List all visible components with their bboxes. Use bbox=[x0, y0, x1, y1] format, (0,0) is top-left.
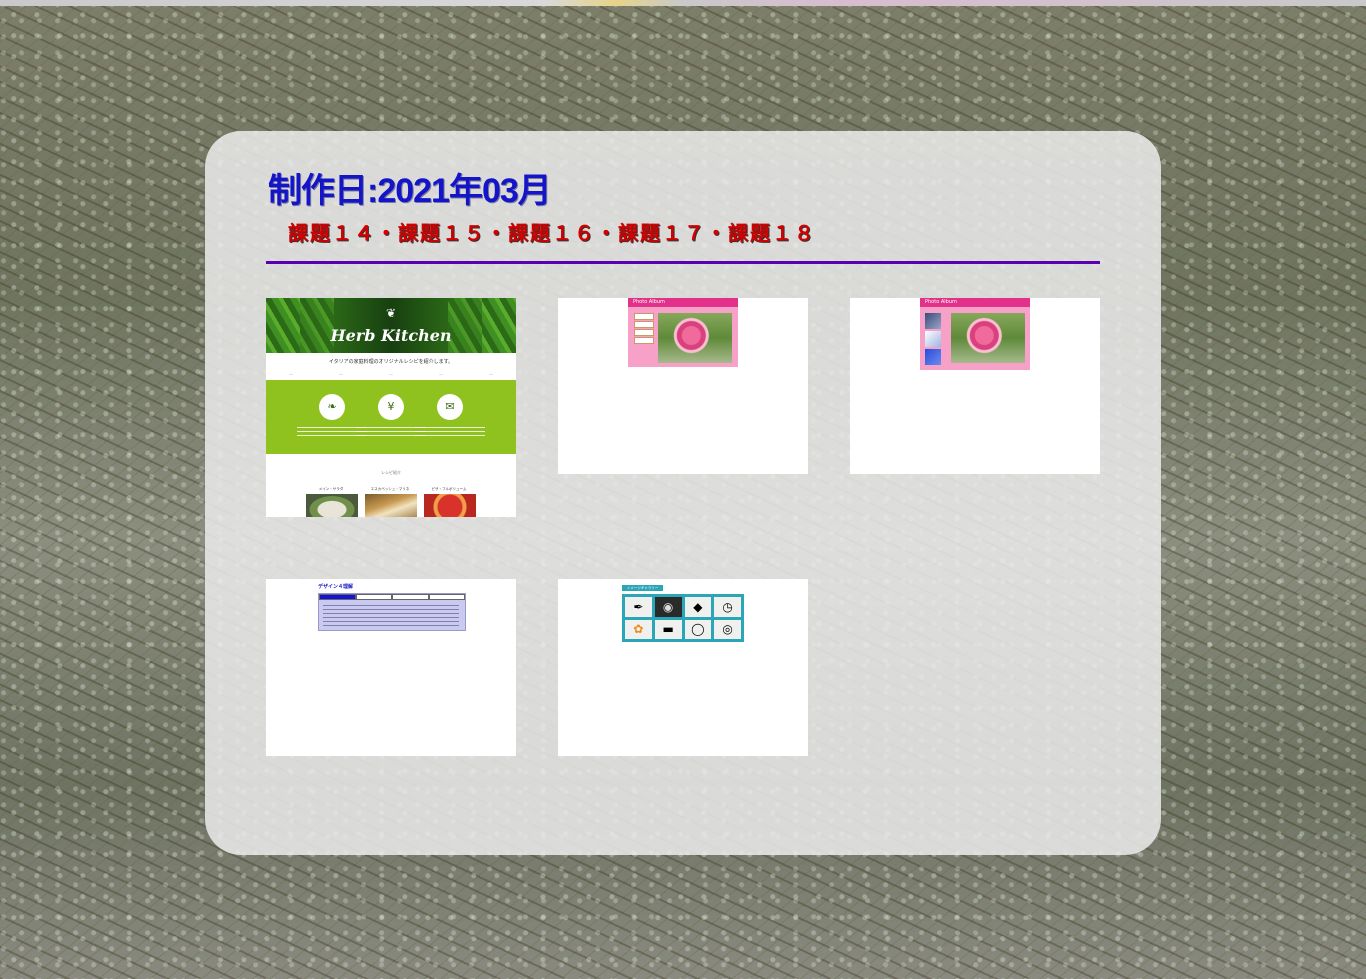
photo-album-heading: Photo Album bbox=[920, 298, 1030, 307]
envelope-icon: ✉ bbox=[437, 394, 463, 420]
design-4-heading: デザイン４理解 bbox=[318, 584, 354, 590]
herb-kitchen-banner: ❦ Herb Kitchen bbox=[266, 298, 516, 353]
leaf-icon: ❧ bbox=[319, 394, 345, 420]
album-button bbox=[634, 321, 654, 328]
photo-album-preview: Photo Album bbox=[628, 298, 738, 367]
utensils-icon: ¥ bbox=[378, 394, 404, 420]
compass-icon: ◎ bbox=[714, 619, 741, 639]
album-button bbox=[634, 313, 654, 320]
flower-icon: ✿ bbox=[625, 619, 652, 639]
image-gallery-heading: イメージギャラリー bbox=[622, 585, 663, 591]
assignment-list: 課題１４・課題１５・課題１６・課題１７・課題１８ bbox=[288, 221, 816, 245]
recipe-caption: エスカベッシュ・マリネ bbox=[370, 487, 410, 491]
photo-album-preview: Photo Album bbox=[920, 298, 1030, 370]
knife-icon: ▬ bbox=[654, 619, 682, 639]
clock-icon: ◷ bbox=[714, 597, 741, 617]
works-panel: 制作日:2021年03月 課題１４・課題１５・課題１６・課題１７・課題１８ ❦ … bbox=[205, 131, 1161, 855]
herb-kitchen-logo: Herb Kitchen bbox=[330, 326, 452, 345]
food-photo bbox=[306, 494, 358, 517]
herb-kitchen-section-title: レシピ紹介 bbox=[381, 470, 401, 475]
top-strip bbox=[0, 0, 1366, 6]
thumbnail-herb-kitchen[interactable]: ❦ Herb Kitchen イタリアの家庭料理のオリジナルレシピを紹介します。… bbox=[266, 298, 516, 517]
feather-icon: ✒ bbox=[625, 597, 652, 617]
food-photo bbox=[424, 494, 476, 517]
recipe-caption: ピザ・フルボリューム bbox=[431, 487, 467, 491]
thumbnail-image-gallery[interactable]: イメージギャラリー ✒ ◉ ◆ ◷ ✿ ▬ ◯ ◎ bbox=[558, 579, 808, 756]
food-photo bbox=[365, 494, 417, 517]
thumbnail-photo-album-1[interactable]: Photo Album bbox=[558, 298, 808, 474]
album-photo bbox=[658, 313, 732, 363]
divider bbox=[266, 261, 1100, 264]
ornament-icon: ❦ bbox=[385, 306, 397, 320]
thumbnail-photo-album-2[interactable]: Photo Album bbox=[850, 298, 1100, 474]
pinecone-icon: ◆ bbox=[684, 597, 712, 617]
page-title: 制作日:2021年03月 bbox=[268, 172, 552, 210]
album-button bbox=[634, 329, 654, 336]
herb-kitchen-nav: ― ― ― ― ― bbox=[289, 372, 493, 376]
ring-icon: ◯ bbox=[684, 619, 712, 639]
photo-album-heading: Photo Album bbox=[628, 298, 738, 307]
herb-kitchen-features: ❧ ¥ ✉ bbox=[266, 380, 516, 454]
image-gallery-grid: ✒ ◉ ◆ ◷ ✿ ▬ ◯ ◎ bbox=[622, 594, 744, 642]
watch-icon: ◉ bbox=[654, 597, 682, 617]
album-photo bbox=[951, 313, 1025, 363]
thumbnail-design-4[interactable]: デザイン４理解 bbox=[266, 579, 516, 756]
recipe-caption: メイン・サラダ bbox=[318, 487, 344, 491]
album-button bbox=[634, 337, 654, 344]
herb-kitchen-tagline: イタリアの家庭料理のオリジナルレシピを紹介します。 bbox=[328, 359, 454, 365]
tab-panel-preview bbox=[318, 593, 466, 631]
